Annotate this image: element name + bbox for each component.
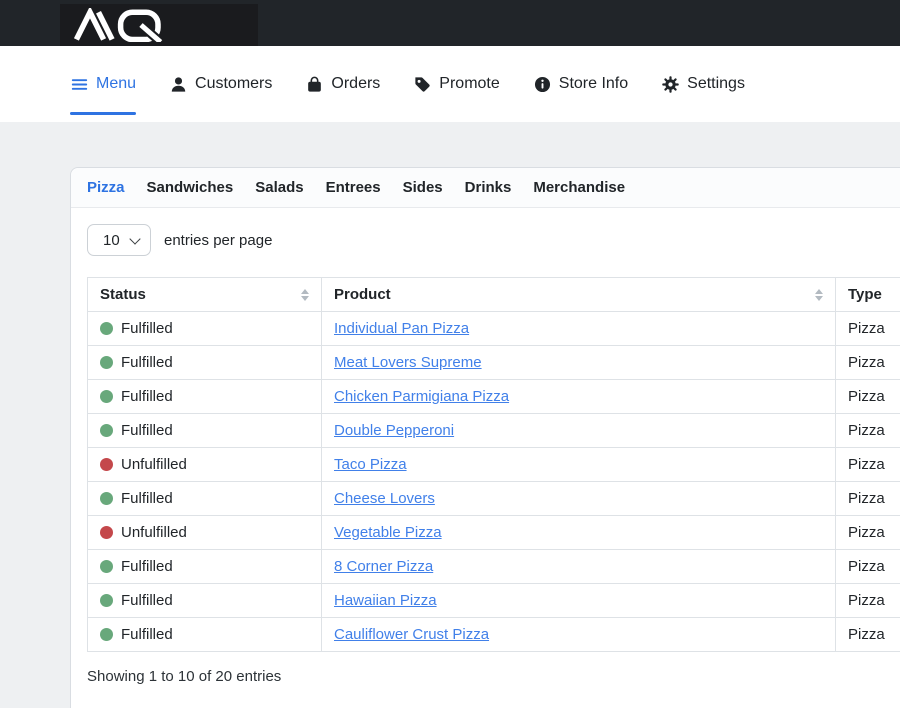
status-label: Fulfilled xyxy=(121,388,173,405)
column-header-status[interactable]: Status xyxy=(88,278,322,312)
entries-per-page-select[interactable]: 10 xyxy=(87,224,151,256)
status-label: Fulfilled xyxy=(121,558,173,575)
product-link[interactable]: Double Pepperoni xyxy=(334,422,454,439)
type-cell: Pizza xyxy=(836,346,900,380)
type-cell: Pizza xyxy=(836,414,900,448)
status-label: Fulfilled xyxy=(121,626,173,643)
table-row: Fulfilled Cheese Lovers Pizza xyxy=(88,482,900,516)
aiq-logo-icon xyxy=(68,8,180,42)
product-link[interactable]: Chicken Parmigiana Pizza xyxy=(334,388,509,405)
status-dot xyxy=(100,390,113,403)
type-cell: Pizza xyxy=(836,550,900,584)
product-link[interactable]: Taco Pizza xyxy=(334,456,407,473)
product-link[interactable]: Individual Pan Pizza xyxy=(334,320,469,337)
product-link[interactable]: Vegetable Pizza xyxy=(334,524,442,541)
status-cell: Fulfilled xyxy=(100,592,309,609)
type-cell: Pizza xyxy=(836,584,900,618)
table-header: Status Product Type xyxy=(88,278,900,312)
table-row: Fulfilled Double Pepperoni Pizza xyxy=(88,414,900,448)
nav-item-store-info[interactable]: Store Info xyxy=(533,46,628,122)
main-nav: Menu Customers Orders Promote Store Info… xyxy=(0,46,900,122)
table-row: Fulfilled Individual Pan Pizza Pizza xyxy=(88,312,900,346)
status-dot xyxy=(100,458,113,471)
status-cell: Fulfilled xyxy=(100,354,309,371)
status-cell: Fulfilled xyxy=(100,558,309,575)
nav-item-menu[interactable]: Menu xyxy=(70,46,136,122)
tab-merchandise[interactable]: Merchandise xyxy=(533,179,625,196)
status-dot xyxy=(100,424,113,437)
type-cell: Pizza xyxy=(836,312,900,346)
menu-card: Pizza Sandwiches Salads Entrees Sides Drinks M… xyxy=(70,167,900,708)
status-cell: Fulfilled xyxy=(100,320,309,337)
tab-entrees[interactable]: Entrees xyxy=(326,179,381,196)
status-label: Fulfilled xyxy=(121,490,173,507)
status-label: Unfulfilled xyxy=(121,524,187,541)
person-icon xyxy=(169,75,188,94)
sort-icon xyxy=(301,289,309,301)
status-label: Fulfilled xyxy=(121,320,173,337)
nav-item-promote[interactable]: Promote xyxy=(413,46,499,122)
tab-drinks[interactable]: Drinks xyxy=(465,179,512,196)
table-row: Fulfilled Hawaiian Pizza Pizza xyxy=(88,584,900,618)
product-link[interactable]: 8 Corner Pizza xyxy=(334,558,433,575)
bag-icon xyxy=(305,75,324,94)
table-row: Fulfilled Meat Lovers Supreme Pizza xyxy=(88,346,900,380)
category-tabs: Pizza Sandwiches Salads Entrees Sides Drinks M… xyxy=(71,168,900,208)
entries-per-page-select-wrap: 10 xyxy=(87,224,151,256)
product-link[interactable]: Meat Lovers Supreme xyxy=(334,354,482,371)
table-row: Fulfilled Chicken Parmigiana Pizza Pizza xyxy=(88,380,900,414)
status-dot xyxy=(100,356,113,369)
info-icon xyxy=(533,75,552,94)
status-label: Fulfilled xyxy=(121,354,173,371)
column-header-type[interactable]: Type xyxy=(836,278,900,312)
product-link[interactable]: Hawaiian Pizza xyxy=(334,592,437,609)
tab-sandwiches[interactable]: Sandwiches xyxy=(147,179,234,196)
nav-item-settings[interactable]: Settings xyxy=(661,46,745,122)
nav-item-orders[interactable]: Orders xyxy=(305,46,380,122)
status-dot xyxy=(100,628,113,641)
table-row: Fulfilled Cauliflower Crust Pizza Pizza xyxy=(88,618,900,652)
type-cell: Pizza xyxy=(836,380,900,414)
table-row: Unfulfilled Taco Pizza Pizza xyxy=(88,448,900,482)
product-link[interactable]: Cauliflower Crust Pizza xyxy=(334,626,489,643)
type-cell: Pizza xyxy=(836,516,900,550)
card-body: 10 entries per page Status Product Type xyxy=(71,208,900,701)
tag-icon xyxy=(413,75,432,94)
status-cell: Fulfilled xyxy=(100,388,309,405)
status-cell: Fulfilled xyxy=(100,626,309,643)
logo[interactable] xyxy=(60,4,258,46)
nav-item-customers[interactable]: Customers xyxy=(169,46,272,122)
table-row: Unfulfilled Vegetable Pizza Pizza xyxy=(88,516,900,550)
type-cell: Pizza xyxy=(836,448,900,482)
type-cell: Pizza xyxy=(836,618,900,652)
entries-per-page-label: entries per page xyxy=(164,232,272,249)
tab-pizza[interactable]: Pizza xyxy=(87,179,125,196)
status-cell: Fulfilled xyxy=(100,490,309,507)
column-header-product[interactable]: Product xyxy=(322,278,836,312)
status-label: Unfulfilled xyxy=(121,456,187,473)
product-link[interactable]: Cheese Lovers xyxy=(334,490,435,507)
status-cell: Fulfilled xyxy=(100,422,309,439)
status-dot xyxy=(100,560,113,573)
top-bar xyxy=(0,0,900,46)
type-cell: Pizza xyxy=(836,482,900,516)
hamburger-icon xyxy=(70,75,89,94)
entries-summary: Showing 1 to 10 of 20 entries xyxy=(87,668,900,685)
products-table: Status Product Type Fulfilled Individual… xyxy=(87,277,900,652)
status-dot xyxy=(100,526,113,539)
status-cell: Unfulfilled xyxy=(100,524,309,541)
gear-icon xyxy=(661,75,680,94)
sort-icon xyxy=(815,289,823,301)
entries-per-page-row: 10 entries per page xyxy=(87,224,900,256)
status-label: Fulfilled xyxy=(121,592,173,609)
status-dot xyxy=(100,322,113,335)
status-dot xyxy=(100,594,113,607)
status-label: Fulfilled xyxy=(121,422,173,439)
tab-sides[interactable]: Sides xyxy=(403,179,443,196)
tab-salads[interactable]: Salads xyxy=(255,179,303,196)
status-cell: Unfulfilled xyxy=(100,456,309,473)
status-dot xyxy=(100,492,113,505)
table-row: Fulfilled 8 Corner Pizza Pizza xyxy=(88,550,900,584)
